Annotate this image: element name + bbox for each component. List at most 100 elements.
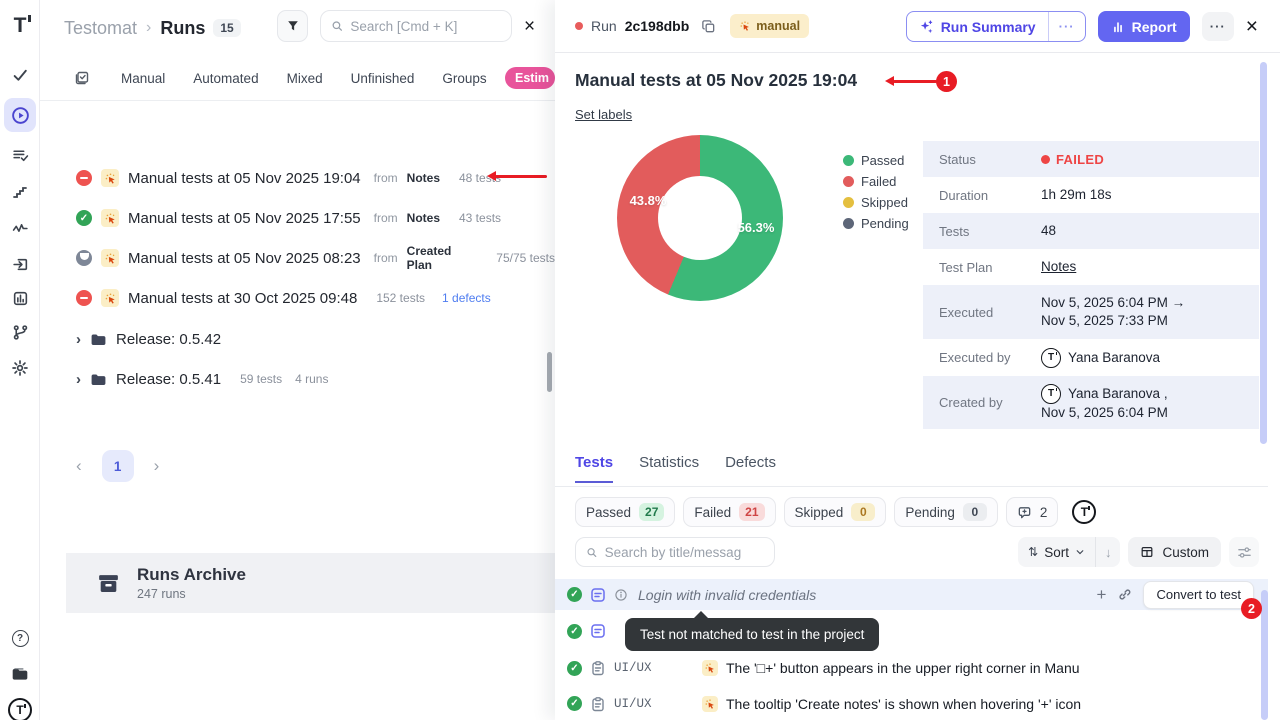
- status-failed-icon: [76, 290, 92, 306]
- status-in-progress-icon: [76, 250, 92, 266]
- custom-view-button[interactable]: Custom: [1128, 537, 1221, 567]
- run-summary-button-group: Run Summary ···: [906, 11, 1086, 42]
- annotation-arrow-2-line: [893, 80, 937, 83]
- copy-icon[interactable]: [701, 19, 716, 34]
- set-labels-link[interactable]: Set labels: [575, 107, 632, 122]
- runs-archive-row[interactable]: Runs Archive 247 runs: [66, 553, 555, 613]
- status-failed-icon: [76, 170, 92, 186]
- tests-scrollbar[interactable]: [1261, 590, 1268, 720]
- checklist-icon[interactable]: [0, 141, 40, 169]
- tab-automated[interactable]: Automated: [193, 71, 258, 86]
- test-plan-link[interactable]: Notes: [1041, 258, 1076, 276]
- user-avatar: T: [1041, 384, 1061, 404]
- run-source: Created Plan: [407, 244, 478, 272]
- filter-settings-button[interactable]: [1229, 537, 1259, 567]
- clipboard-icon: [590, 696, 606, 712]
- run-meta: 152 tests: [376, 291, 425, 305]
- run-defects-link[interactable]: 1 defects: [442, 291, 491, 305]
- legend-item-passed: Passed: [843, 150, 909, 171]
- pagination-next[interactable]: ›: [154, 456, 160, 476]
- sort-button-group: ⇅ Sort ↓: [1018, 537, 1120, 567]
- tab-statistics[interactable]: Statistics: [639, 454, 699, 481]
- panel-more-button[interactable]: ···: [1202, 12, 1234, 41]
- detail-scrollbar[interactable]: [1260, 62, 1267, 444]
- failed-dot: [1041, 155, 1050, 164]
- run-source: Notes: [407, 171, 440, 185]
- run-detail-panel: Run 2c198dbb manual Run Summary ··· Repo…: [555, 0, 1280, 720]
- assignee-avatar[interactable]: T: [1072, 500, 1096, 524]
- detail-tabs: Tests Statistics Defects: [555, 446, 1268, 487]
- breadcrumb: Testomat › Runs 15: [64, 12, 241, 44]
- search-input[interactable]: [350, 19, 501, 34]
- chip-passed[interactable]: Passed27: [575, 497, 675, 527]
- release-folder-row[interactable]: › Release: 0.5.41 59 tests 4 runs: [40, 359, 555, 399]
- global-search[interactable]: [320, 10, 512, 42]
- multi-select-icon[interactable]: [74, 70, 90, 86]
- settings-gear-icon[interactable]: [0, 354, 40, 382]
- convert-to-test-button[interactable]: Convert to test: [1143, 581, 1254, 609]
- tab-unfinished[interactable]: Unfinished: [351, 71, 415, 86]
- run-status-dot: [575, 22, 583, 30]
- analytics-icon[interactable]: [0, 284, 40, 312]
- tab-mixed[interactable]: Mixed: [287, 71, 323, 86]
- add-icon[interactable]: +: [1097, 586, 1107, 603]
- table-grid-icon: [1140, 545, 1154, 559]
- panel-close-button[interactable]: ×: [524, 16, 535, 38]
- import-icon[interactable]: [0, 250, 40, 278]
- user-avatar[interactable]: T: [0, 696, 40, 720]
- runs-count-badge: 15: [213, 19, 240, 37]
- tab-tests[interactable]: Tests: [575, 454, 613, 483]
- runs-list-panel: Testomat › Runs 15 × Manual Automated Mi…: [40, 0, 555, 720]
- test-row-case[interactable]: ✓ UI/UX The '□+' button appears in the u…: [555, 651, 1268, 685]
- git-branch-icon[interactable]: [0, 318, 40, 346]
- filter-button[interactable]: [277, 10, 308, 42]
- chip-failed[interactable]: Failed21: [683, 497, 775, 527]
- status-value: FAILED: [1041, 152, 1104, 167]
- chip-skipped[interactable]: Skipped0: [784, 497, 887, 527]
- tooltip: Test not matched to test in the project: [625, 618, 879, 651]
- run-row[interactable]: Manual tests at 05 Nov 2025 08:23 from C…: [40, 238, 555, 278]
- link-icon[interactable]: [1117, 587, 1132, 602]
- release-folder-row[interactable]: › Release: 0.5.42: [40, 319, 555, 359]
- test-title: The '□+' button appears in the upper rig…: [726, 660, 1080, 676]
- report-button[interactable]: Report: [1098, 11, 1190, 42]
- tab-manual[interactable]: Manual: [121, 71, 165, 86]
- chevron-right-icon[interactable]: ›: [76, 331, 81, 348]
- left-rail: T ? T: [0, 0, 40, 720]
- run-summary-button[interactable]: Run Summary: [907, 12, 1048, 41]
- chip-pending[interactable]: Pending0: [894, 497, 998, 527]
- chevron-right-icon[interactable]: ›: [76, 371, 81, 388]
- pagination-page-1[interactable]: 1: [102, 450, 134, 482]
- app-logo-icon[interactable]: T: [0, 12, 40, 40]
- run-row[interactable]: Manual tests at 05 Nov 2025 19:04 from N…: [40, 158, 555, 198]
- help-icon[interactable]: ?: [0, 624, 40, 652]
- test-row-note[interactable]: ✓ Login with invalid credentials + Conve…: [555, 579, 1268, 610]
- sort-direction-button[interactable]: ↓: [1095, 537, 1121, 567]
- test-title: Login with invalid credentials: [638, 587, 816, 603]
- activity-pulse-icon[interactable]: [0, 214, 40, 242]
- test-tag: UI/UX: [614, 697, 694, 711]
- folder-tests-meta: 59 tests: [240, 372, 282, 386]
- run-summary-more-button[interactable]: ···: [1048, 12, 1085, 41]
- list-scrollbar[interactable]: [547, 352, 552, 392]
- run-row[interactable]: ✓ Manual tests at 05 Nov 2025 17:55 from…: [40, 198, 555, 238]
- status-passed-icon: ✓: [567, 661, 582, 676]
- run-row[interactable]: Manual tests at 30 Oct 2025 09:48 152 te…: [40, 278, 555, 318]
- detail-close-button[interactable]: ×: [1246, 16, 1258, 37]
- pagination-prev[interactable]: ‹: [76, 456, 82, 476]
- test-row-case[interactable]: ✓ UI/UX The tooltip 'Create notes' is sh…: [555, 687, 1268, 720]
- tab-groups[interactable]: Groups: [442, 71, 486, 86]
- estimate-badge[interactable]: Estim: [505, 67, 555, 89]
- tasks-check-icon[interactable]: [0, 61, 40, 89]
- projects-folder-icon[interactable]: [0, 660, 40, 688]
- tab-defects[interactable]: Defects: [725, 454, 776, 481]
- tests-search-input[interactable]: [605, 545, 764, 560]
- steps-icon[interactable]: [0, 178, 40, 206]
- breadcrumb-app[interactable]: Testomat: [64, 18, 137, 39]
- runs-play-icon[interactable]: [0, 101, 40, 129]
- clipboard-icon: [590, 660, 606, 676]
- chip-comments[interactable]: 2: [1006, 497, 1059, 527]
- run-meta: 43 tests: [459, 211, 501, 225]
- sort-button[interactable]: ⇅ Sort: [1018, 537, 1095, 567]
- tests-search[interactable]: [575, 537, 775, 567]
